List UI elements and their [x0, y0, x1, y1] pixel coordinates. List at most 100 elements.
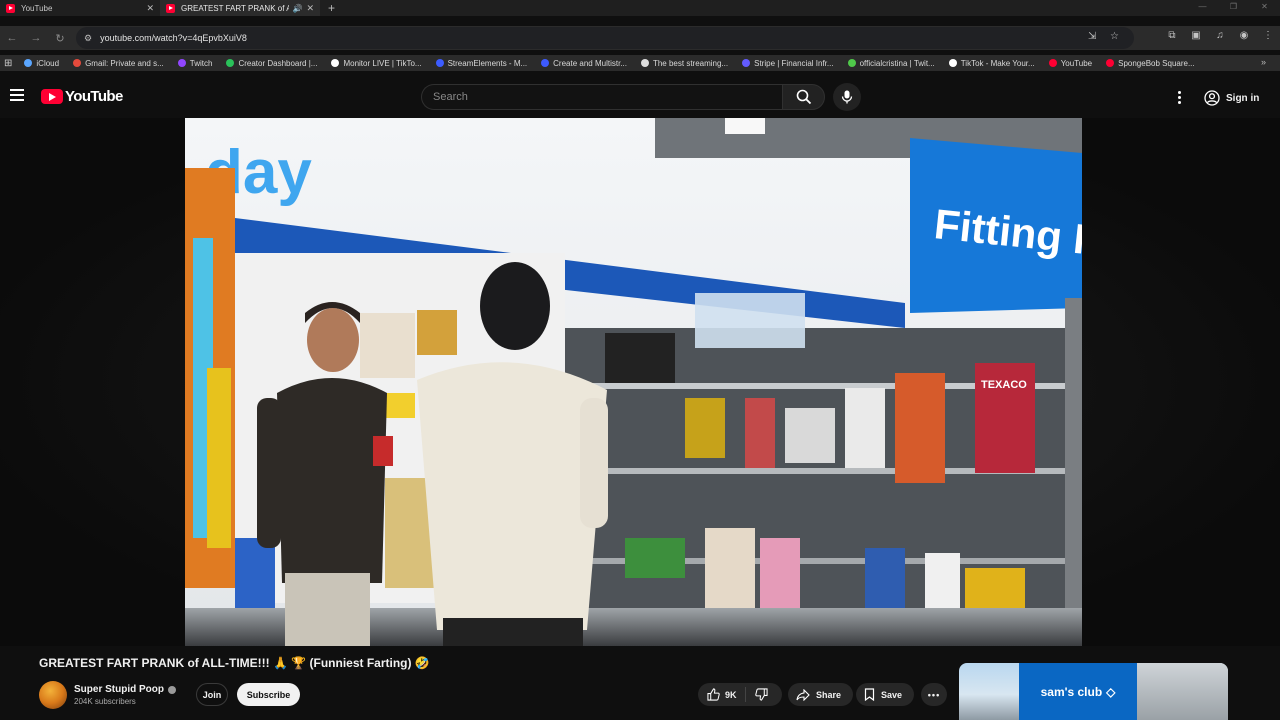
bookmark-favicon-icon	[24, 59, 33, 67]
save-label: Save	[881, 689, 903, 700]
search-button[interactable]	[782, 84, 825, 110]
like-dislike-group: 9K	[698, 683, 782, 706]
youtube-favicon-icon	[6, 3, 15, 13]
microphone-icon	[841, 90, 853, 104]
avatar[interactable]	[39, 681, 67, 709]
like-button[interactable]: 9K	[698, 687, 746, 702]
reload-icon[interactable]: ↻	[48, 32, 72, 45]
apps-grid-icon[interactable]: ⊞	[4, 58, 12, 69]
ad-brand-text: sam's club	[1040, 684, 1103, 699]
bookmark-item[interactable]: officialcristina | Twit...	[847, 59, 935, 68]
close-window-icon[interactable]: ✕	[1249, 0, 1280, 16]
browser-tab-youtube[interactable]: YouTube ✕	[0, 0, 160, 16]
save-button[interactable]: Save	[856, 683, 914, 706]
tab-title: YouTube	[21, 3, 53, 13]
join-button[interactable]: Join	[196, 683, 228, 706]
bookmark-item[interactable]: The best streaming...	[640, 58, 729, 68]
bookmark-star-icon[interactable]: ☆	[1110, 31, 1119, 42]
bookmark-item[interactable]: Gmail: Private and s...	[73, 59, 164, 68]
channel-owner: Super Stupid Poop 204K subscribers	[39, 681, 176, 709]
browser-tab-video[interactable]: GREATEST FART PRANK of ALL-TIME!!! 🔊 ✕	[160, 0, 320, 16]
like-count: 9K	[725, 689, 737, 700]
youtube-favicon-icon	[166, 3, 175, 13]
bookmark-item[interactable]: StreamElements - M...	[435, 59, 527, 68]
share-button[interactable]: Share	[788, 683, 853, 706]
bookmark-item[interactable]: Monitor LIVE | TikTo...	[331, 58, 422, 68]
menu-icon[interactable]	[10, 89, 26, 103]
url-text[interactable]: youtube.com/watch?v=4qEpvbXuiV8	[100, 33, 247, 43]
thumbs-up-icon	[707, 688, 720, 701]
youtube-play-icon	[41, 89, 63, 104]
more-horizontal-icon: •••	[927, 689, 941, 700]
bookmark-label: TikTok - Make Your...	[960, 58, 1035, 68]
thumbs-down-icon	[754, 688, 768, 701]
ad-building	[1137, 663, 1228, 720]
bookmark-label: Twitch	[189, 58, 213, 68]
bookmark-item[interactable]: YouTube	[1048, 58, 1093, 68]
back-icon[interactable]: ←	[0, 32, 24, 44]
youtube-logo-text: YouTube	[65, 88, 123, 105]
restore-icon[interactable]: ❐	[1218, 0, 1249, 16]
save-bookmark-icon	[864, 688, 875, 701]
close-tab-icon[interactable]: ✕	[146, 3, 154, 14]
ad-thumbnail[interactable]: sam's club ◇	[959, 663, 1228, 720]
video-title: GREATEST FART PRANK of ALL-TIME!!! 🙏 🏆 (…	[39, 656, 430, 670]
search-box	[421, 84, 782, 110]
bookmark-item[interactable]: TikTok - Make Your...	[948, 58, 1035, 68]
youtube-logo[interactable]: YouTube	[41, 88, 123, 105]
side-panel-icon[interactable]: ▣	[1184, 30, 1208, 41]
bookmark-favicon-icon	[640, 59, 649, 67]
video-player[interactable]: day Fitting Ro TEXACO	[185, 118, 1082, 646]
bookmark-favicon-icon	[847, 59, 856, 67]
close-tab-icon[interactable]: ✕	[306, 3, 314, 14]
profile-icon[interactable]: ◉	[1232, 30, 1256, 41]
bookmark-item[interactable]: Creator Dashboard |...	[226, 59, 317, 68]
bookmark-item[interactable]: Twitch	[177, 58, 213, 68]
extensions-icon[interactable]: ⧉	[1160, 30, 1184, 41]
youtube-masthead: YouTube Sign in	[0, 78, 1280, 118]
sign-in-button[interactable]: Sign in	[1198, 86, 1269, 110]
bookmark-favicon-icon	[541, 59, 550, 67]
bookmark-label: The best streaming...	[652, 58, 729, 68]
account-circle-icon	[1204, 90, 1220, 106]
bookmark-label: Monitor LIVE | TikTo...	[343, 58, 422, 68]
bookmark-label: Creator Dashboard |...	[238, 58, 318, 68]
search-icon	[796, 89, 811, 105]
sign-in-label: Sign in	[1226, 92, 1260, 104]
bookmark-favicon-icon	[435, 59, 444, 67]
more-bookmarks-icon[interactable]: »	[1261, 57, 1266, 67]
search-input[interactable]	[422, 85, 782, 109]
channel-name-link[interactable]: Super Stupid Poop	[74, 684, 176, 695]
video-frame: day Fitting Ro TEXACO	[185, 118, 1082, 646]
bookmark-item[interactable]: SpongeBob Square...	[1106, 59, 1195, 68]
bookmark-item[interactable]: Stripe | Financial Infr...	[742, 58, 834, 68]
channel-name[interactable]: Super Stupid Poop	[74, 684, 164, 695]
dislike-button[interactable]	[746, 688, 768, 701]
browser-menu-icon[interactable]: ⋮	[1256, 30, 1280, 41]
bookmark-favicon-icon	[1106, 59, 1115, 67]
bookmark-label: Gmail: Private and s...	[85, 58, 164, 68]
share-icon	[796, 688, 810, 701]
forward-icon[interactable]: →	[24, 32, 48, 44]
bookmark-label: Stripe | Financial Infr...	[754, 58, 834, 68]
new-tab-icon[interactable]: +	[328, 1, 335, 15]
settings-menu-icon[interactable]	[1173, 87, 1185, 107]
verified-badge-icon	[168, 685, 176, 694]
bookmark-favicon-icon	[948, 59, 957, 67]
voice-search-button[interactable]	[833, 83, 861, 111]
bookmark-item[interactable]: iCloud	[24, 59, 59, 68]
media-control-icon[interactable]: ♫	[1208, 30, 1232, 41]
more-actions-button[interactable]: •••	[921, 683, 947, 706]
bookmark-item[interactable]: Create and Multistr...	[541, 59, 627, 68]
minimize-icon[interactable]: —	[1187, 0, 1218, 16]
install-app-icon[interactable]: ⇲	[1088, 31, 1096, 42]
subscribe-button[interactable]: Subscribe	[237, 683, 300, 706]
bookmark-label: YouTube	[1060, 58, 1093, 68]
diamond-logo-icon: ◇	[1106, 684, 1116, 699]
bookmark-favicon-icon	[73, 59, 82, 67]
address-bar[interactable]: ⚙ youtube.com/watch?v=4qEpvbXuiV8 ⇲ ☆	[76, 27, 1134, 49]
bookmark-label: SpongeBob Square...	[1118, 58, 1195, 68]
bookmark-favicon-icon	[331, 59, 340, 67]
site-info-icon[interactable]: ⚙	[84, 33, 92, 44]
audio-playing-icon[interactable]: 🔊	[292, 4, 302, 13]
